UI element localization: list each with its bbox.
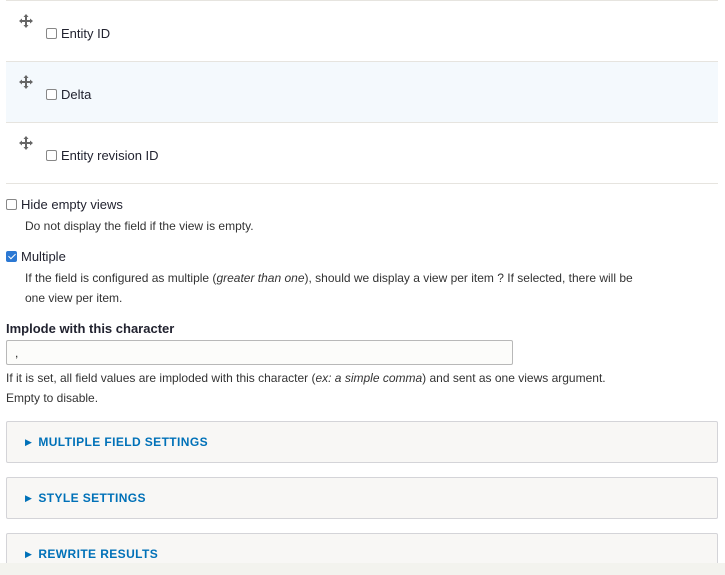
implode-help: If it is set, all field values are implo… [6, 368, 718, 408]
hide-empty-option: Hide empty views [6, 197, 123, 212]
implode-help-after: ) and sent as one views argument. [422, 371, 606, 385]
multiple-desc-before: If the field is configured as multiple ( [25, 271, 217, 285]
triangle-right-icon: ▶ [25, 548, 33, 559]
multiple-field-settings-summary[interactable]: ▶ MULTIPLE FIELD SETTINGS [25, 435, 208, 449]
triangle-right-icon: ▶ [25, 436, 33, 447]
multiple-field-settings-label[interactable]: MULTIPLE FIELD SETTINGS [38, 435, 208, 449]
implode-label: Implode with this character [6, 321, 175, 336]
rewrite-results-label[interactable]: REWRITE RESULTS [38, 547, 158, 561]
drag-handle-icon[interactable] [18, 74, 34, 90]
multiple-desc-after: ), should we display a view per item ? I… [304, 271, 633, 285]
drag-handle-icon[interactable] [18, 13, 34, 29]
delta-checkbox[interactable] [46, 89, 57, 100]
table-row: Delta [6, 61, 718, 122]
entity-id-label[interactable]: Entity ID [61, 26, 110, 41]
multiple-checkbox[interactable] [6, 251, 17, 262]
multiple-label[interactable]: Multiple [21, 249, 66, 264]
rewrite-results-summary[interactable]: ▶ REWRITE RESULTS [25, 547, 158, 561]
table-row: Entity revision ID [6, 122, 718, 184]
entity-revision-id-checkbox[interactable] [46, 150, 57, 161]
delta-label[interactable]: Delta [61, 87, 91, 102]
drag-handle-icon[interactable] [18, 135, 34, 151]
multiple-desc-line2: one view per item. [25, 291, 123, 305]
implode-help-em: ex: a simple comma [315, 371, 423, 385]
multiple-description: If the field is configured as multiple (… [25, 268, 633, 308]
triangle-right-icon: ▶ [25, 492, 33, 503]
implode-help-before: If it is set, all field values are implo… [6, 371, 316, 385]
style-settings-label[interactable]: STYLE SETTINGS [38, 491, 146, 505]
multiple-field-settings-section[interactable]: ▶ MULTIPLE FIELD SETTINGS [6, 421, 718, 463]
entity-id-checkbox[interactable] [46, 28, 57, 39]
style-settings-summary[interactable]: ▶ STYLE SETTINGS [25, 491, 146, 505]
implode-help-line2: Empty to disable. [6, 391, 99, 405]
implode-input[interactable] [6, 340, 513, 365]
style-settings-section[interactable]: ▶ STYLE SETTINGS [6, 477, 718, 519]
hide-empty-description: Do not display the field if the view is … [25, 219, 254, 233]
bottom-bar [0, 563, 725, 575]
multiple-desc-em: greater than one [216, 271, 305, 285]
multiple-option: Multiple [6, 249, 66, 264]
table-row: Entity ID [6, 0, 718, 61]
hide-empty-checkbox[interactable] [6, 199, 17, 210]
entity-revision-id-label[interactable]: Entity revision ID [61, 148, 159, 163]
hide-empty-label[interactable]: Hide empty views [21, 197, 123, 212]
